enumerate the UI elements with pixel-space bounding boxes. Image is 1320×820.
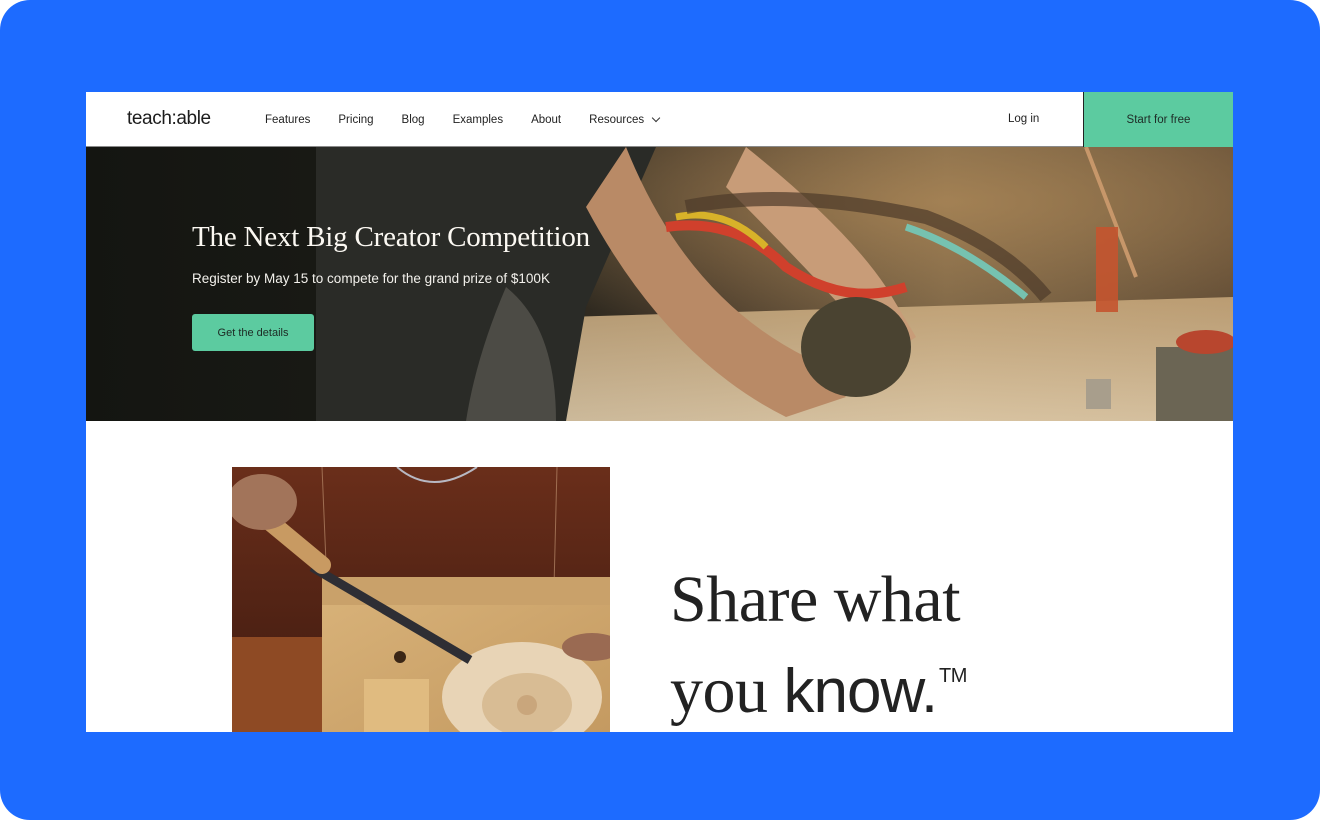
nav-link-label: Blog <box>401 113 425 126</box>
nav-link-label: Examples <box>452 113 504 126</box>
top-navigation: teach:able Features Pricing Blog Example… <box>86 92 1233 147</box>
browser-page: teach:able Features Pricing Blog Example… <box>86 92 1233 732</box>
teachable-logo[interactable]: teach:able <box>127 108 211 130</box>
wood-carving-image <box>232 467 610 732</box>
trademark-symbol: TM <box>939 665 967 687</box>
nav-link-label: About <box>531 113 562 126</box>
login-link[interactable]: Log in <box>1008 92 1039 147</box>
get-details-button[interactable]: Get the details <box>192 314 314 351</box>
nav-link-label: Pricing <box>338 113 374 126</box>
tagline-you: you <box>670 654 784 727</box>
tagline: Share what you know. TM <box>670 562 967 730</box>
nav-link-blog[interactable]: Blog <box>402 114 425 126</box>
nav-link-label: Features <box>265 113 311 126</box>
nav-link-label: Resources <box>589 113 645 126</box>
hero-subtitle: Register by May 15 to compete for the gr… <box>192 271 550 286</box>
chevron-down-icon <box>651 113 661 123</box>
tagline-know: know. <box>783 657 939 726</box>
start-for-free-button[interactable]: Start for free <box>1083 92 1233 147</box>
nav-link-resources[interactable]: Resources <box>589 113 661 126</box>
hero-banner: The Next Big Creator Competition Registe… <box>86 147 1233 421</box>
nav-link-features[interactable]: Features <box>265 114 310 126</box>
nav-link-pricing[interactable]: Pricing <box>338 114 373 126</box>
tagline-line-2: you know. TM <box>670 638 967 730</box>
hero-title: The Next Big Creator Competition <box>192 221 590 253</box>
nav-links: Features Pricing Blog Examples About Res… <box>265 92 687 147</box>
nav-link-examples[interactable]: Examples <box>453 114 504 126</box>
tagline-line-1: Share what <box>670 563 961 636</box>
nav-link-about[interactable]: About <box>531 114 561 126</box>
